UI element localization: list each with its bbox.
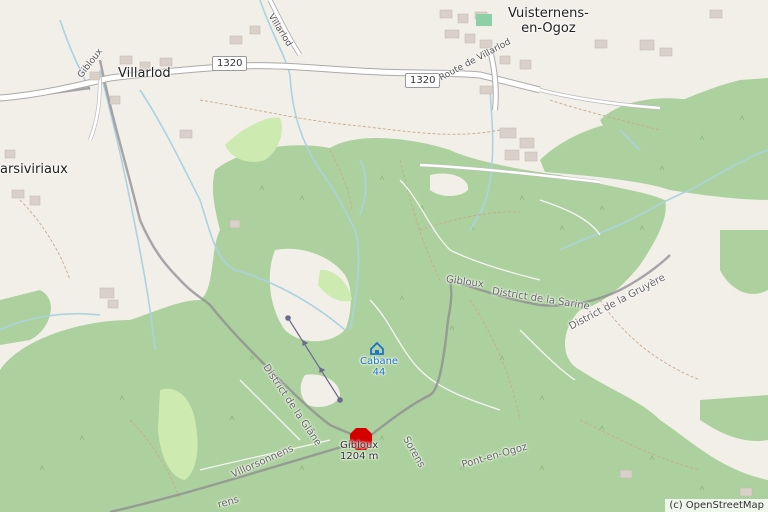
place-vuisternens: Vuisternens- en-Ogoz bbox=[508, 6, 589, 36]
attribution[interactable]: (c) OpenStreetMap bbox=[665, 499, 768, 512]
road-shield-1320-east: 1320 bbox=[405, 73, 441, 88]
poi-peak-label[interactable]: Gibloux 1204 m bbox=[340, 440, 378, 462]
road-shield-1320-west: 1320 bbox=[212, 56, 248, 71]
map-canvas bbox=[0, 0, 768, 512]
poi-peak-name: Gibloux bbox=[340, 440, 379, 451]
place-vuisternens-line1: Vuisternens- bbox=[508, 6, 589, 21]
place-sivirieux: arsiviriaux bbox=[0, 162, 68, 177]
poi-peak-elevation: 1204 m bbox=[340, 451, 379, 462]
place-vuisternens-line2: en-Ogoz bbox=[521, 21, 576, 36]
place-villarlod: Villarlod bbox=[118, 66, 171, 81]
forest-areas bbox=[0, 78, 768, 512]
poi-cabane-number: 44 bbox=[372, 367, 386, 378]
map-view[interactable]: Vuisternens- en-Ogoz Villarlod arsiviria… bbox=[0, 0, 768, 512]
poi-cabane-label[interactable]: Cabane 44 bbox=[360, 356, 398, 378]
sports-field bbox=[476, 14, 492, 26]
poi-cabane-name: Cabane bbox=[360, 356, 399, 367]
